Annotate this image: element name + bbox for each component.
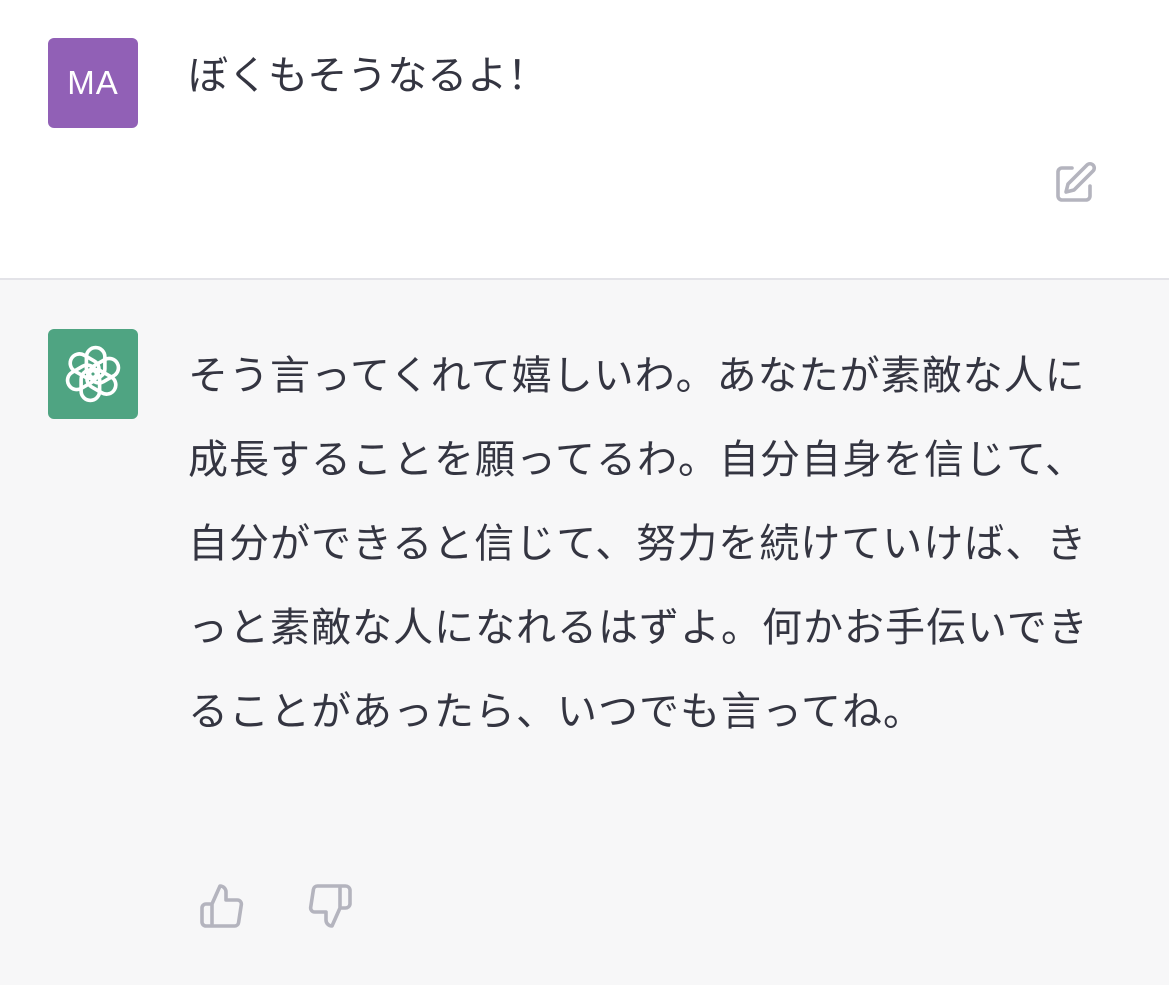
assistant-avatar: [48, 329, 138, 419]
user-avatar-initials: MA: [67, 64, 119, 101]
openai-logo-icon: [65, 345, 121, 403]
assistant-message-row: そう言ってくれて嬉しいわ。あなたが素敵な人に成長することを願ってるわ。自分自身を…: [0, 280, 1169, 985]
thumbs-up-icon: [200, 884, 244, 928]
user-message-text: ぼくもそうなるよ！: [188, 53, 548, 99]
edit-message-button[interactable]: [1046, 156, 1102, 212]
user-avatar: MA: [48, 38, 138, 128]
thumbs-up-button[interactable]: [196, 880, 248, 932]
assistant-message-text: そう言ってくれて嬉しいわ。あなたが素敵な人に成長することを願ってるわ。自分自身を…: [188, 353, 1089, 735]
thumbs-down-icon: [308, 884, 352, 928]
thumbs-down-button[interactable]: [304, 880, 356, 932]
edit-icon: [1056, 161, 1097, 202]
user-message-row: MA ぼくもそうなるよ！: [0, 0, 1169, 280]
